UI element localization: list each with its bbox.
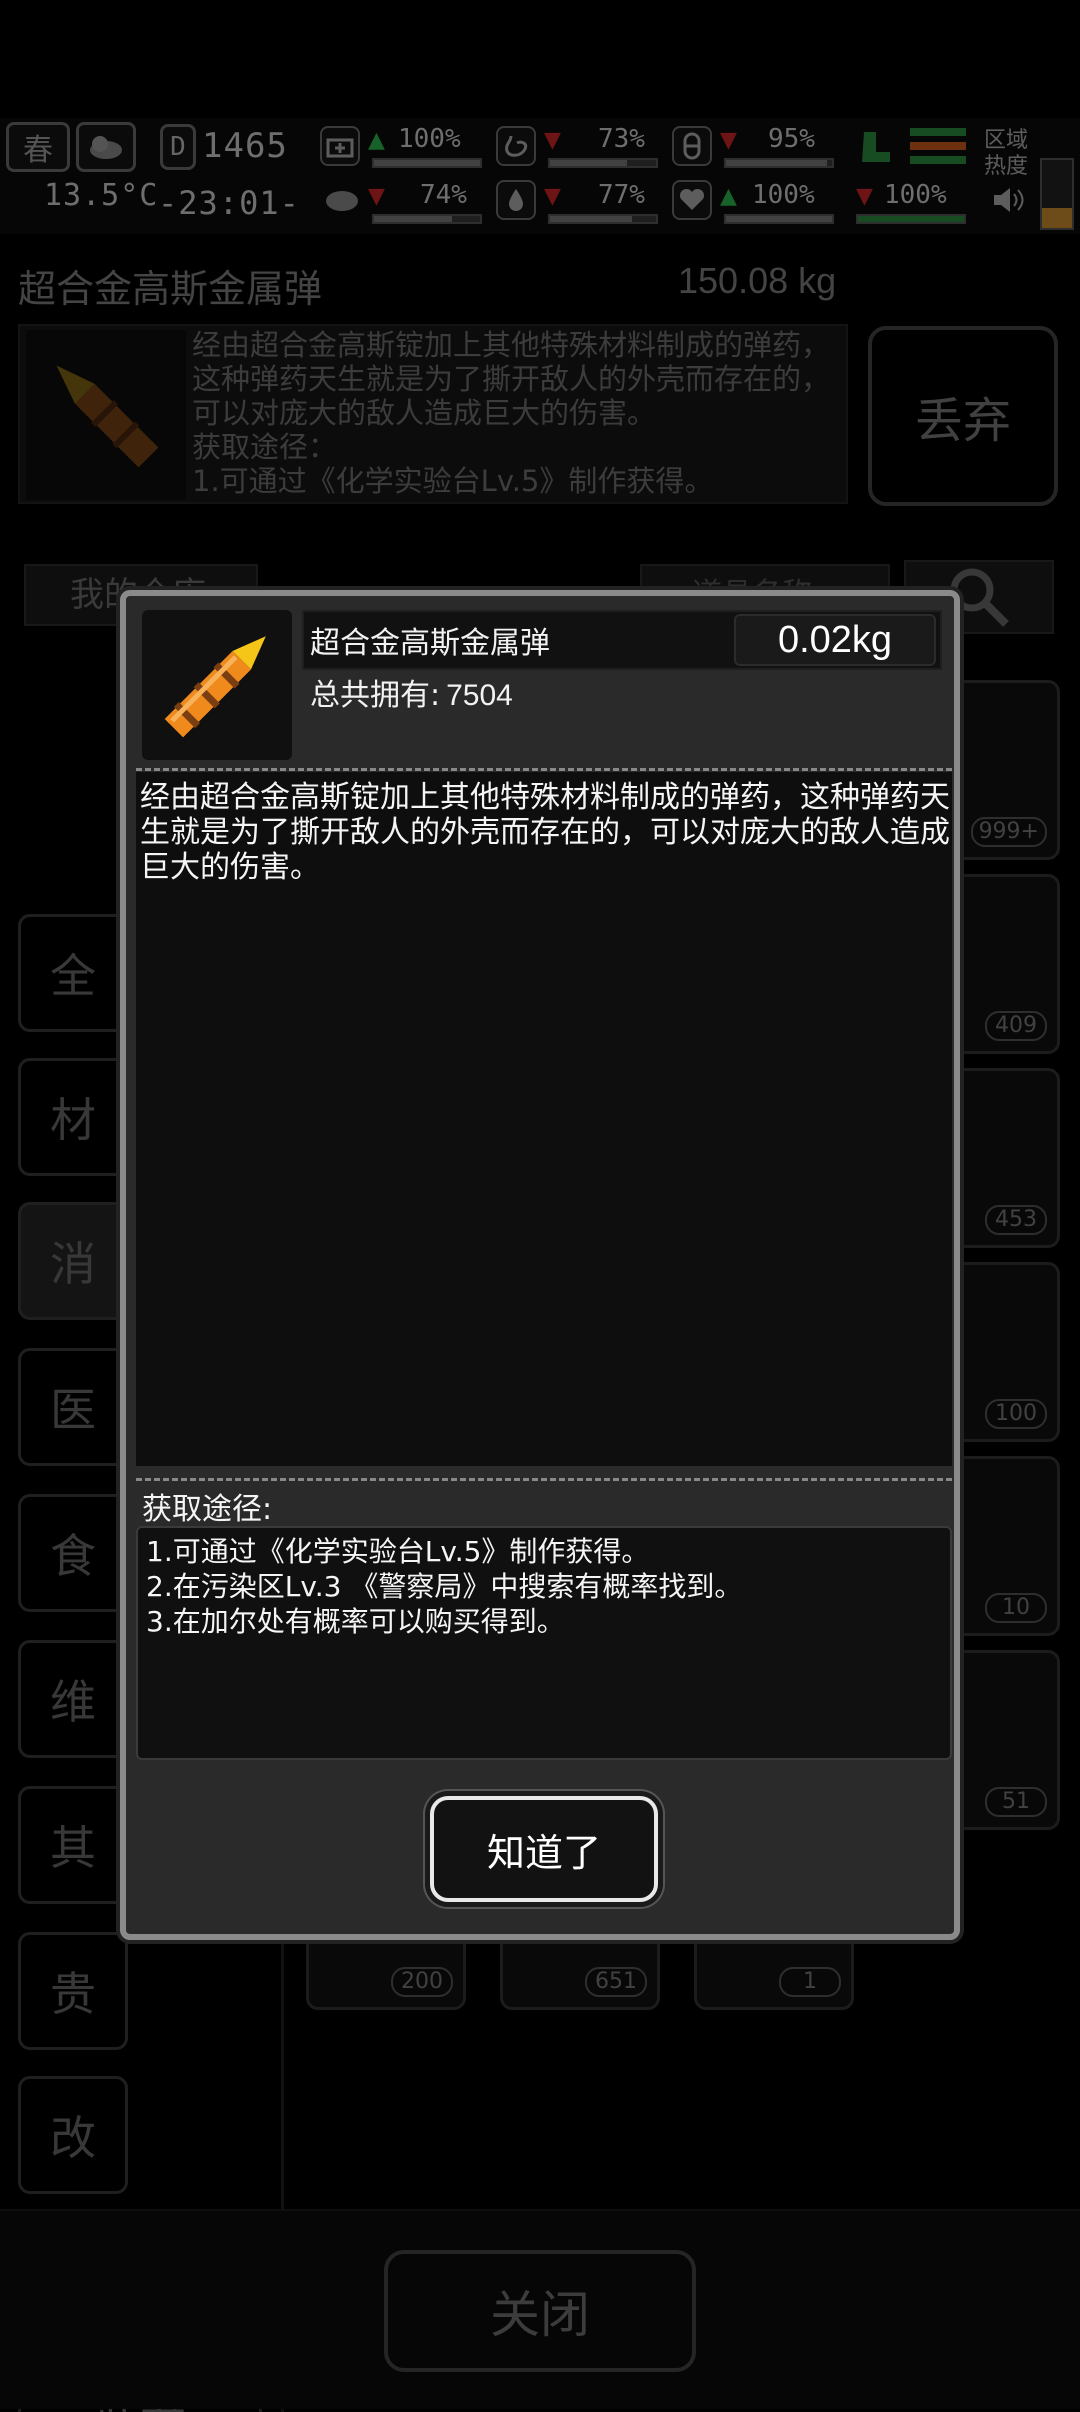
- item-count-value: 7504: [446, 679, 513, 712]
- source-label: 获取途径:: [142, 1492, 273, 1527]
- item-weight: 0.02kg: [734, 614, 936, 666]
- item-description: 经由超合金高斯锭加上其他特殊材料制成的弹药，这种弹药天生就是为了撕开敌人的外壳而…: [140, 780, 950, 885]
- source-item: 3.在加尔处有概率可以购买得到。: [146, 1605, 565, 1638]
- item-name: 超合金高斯金属弹: [310, 626, 550, 661]
- divider: [136, 1478, 952, 1481]
- item-count: 总共拥有: 7504: [310, 670, 513, 714]
- divider: [136, 768, 952, 771]
- source-item: 2.在污染区Lv.3 《警察局》中搜索有概率找到。: [146, 1570, 743, 1603]
- bullet-icon: [142, 610, 292, 760]
- ok-button[interactable]: 知道了: [430, 1796, 658, 1902]
- item-detail-dialog: 超合金高斯金属弹 0.02kg 总共拥有: 7504 经由超合金高斯锭加上其他特殊…: [120, 590, 960, 1940]
- source-item: 1.可通过《化学实验台Lv.5》制作获得。: [146, 1535, 650, 1568]
- item-count-label: 总共拥有:: [310, 678, 441, 713]
- source-list: 1.可通过《化学实验台Lv.5》制作获得。 2.在污染区Lv.3 《警察局》中搜…: [136, 1526, 952, 1760]
